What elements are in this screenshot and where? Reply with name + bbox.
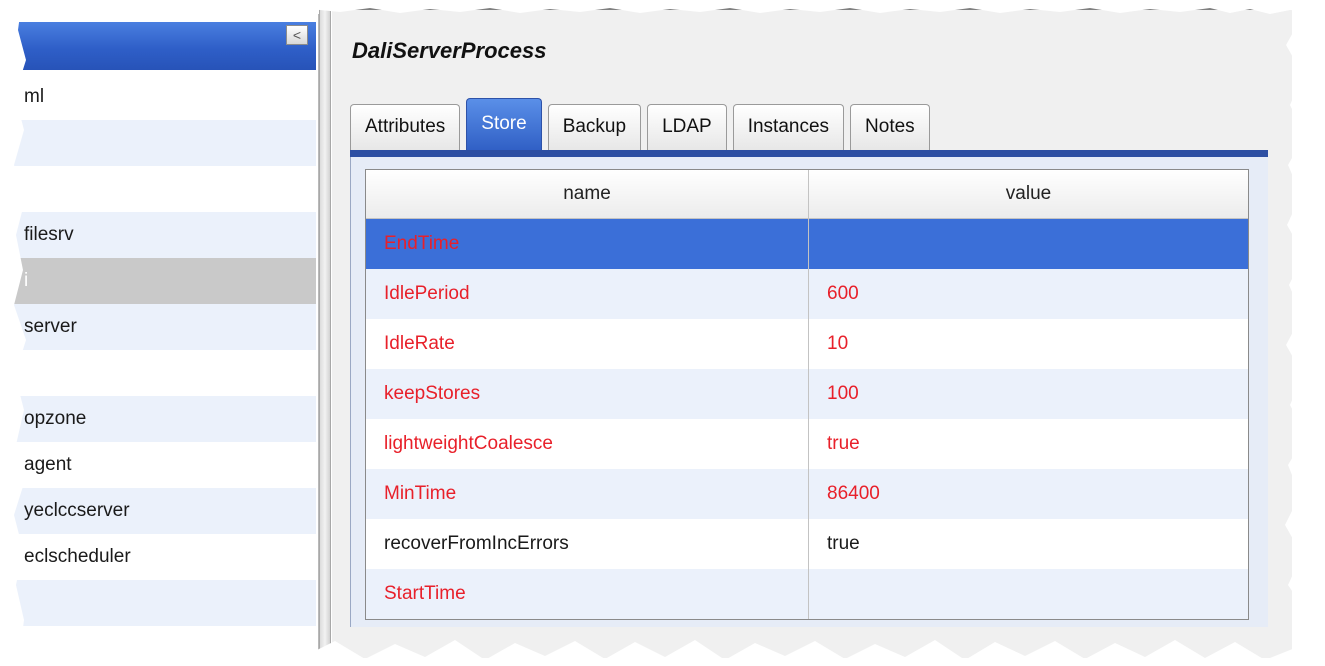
list-item-selected[interactable]: i bbox=[0, 258, 316, 304]
cell-value[interactable]: 600 bbox=[808, 269, 1248, 319]
cell-value[interactable]: true bbox=[808, 419, 1248, 469]
component-tree-panel: < ml filesrv i server opzone agent yeclc… bbox=[0, 14, 319, 654]
tab-strip: Attributes Store Backup LDAP Instances N… bbox=[350, 98, 936, 152]
table-row[interactable]: IdlePeriod 600 bbox=[366, 269, 1248, 319]
table-row[interactable]: IdleRate 10 bbox=[366, 319, 1248, 369]
cell-value[interactable]: 10 bbox=[808, 319, 1248, 369]
cell-value[interactable] bbox=[808, 569, 1248, 619]
screenshot-frame: < ml filesrv i server opzone agent yeclc… bbox=[0, 0, 1325, 666]
tab-store[interactable]: Store bbox=[466, 98, 542, 152]
cell-name: lightweightCoalesce bbox=[366, 419, 809, 469]
list-item[interactable] bbox=[0, 580, 316, 626]
collapse-panel-button[interactable]: < bbox=[286, 25, 308, 45]
tab-attributes[interactable]: Attributes bbox=[350, 104, 461, 152]
list-item[interactable]: server bbox=[0, 304, 316, 350]
store-properties-table: name value EndTime IdlePeriod 600 IdleRa… bbox=[365, 169, 1249, 620]
cell-value[interactable] bbox=[808, 218, 1248, 269]
cell-name: IdleRate bbox=[366, 319, 809, 369]
table-row[interactable]: lightweightCoalesce true bbox=[366, 419, 1248, 469]
table-row-selected[interactable]: EndTime bbox=[366, 218, 1248, 269]
tab-underline bbox=[350, 150, 1268, 157]
list-item[interactable]: opzone bbox=[0, 396, 316, 442]
cell-name: EndTime bbox=[366, 218, 809, 269]
list-item[interactable] bbox=[0, 120, 316, 166]
table-row[interactable]: StartTime bbox=[366, 569, 1248, 619]
list-item[interactable]: agent bbox=[0, 442, 316, 488]
list-item[interactable]: ml bbox=[0, 74, 316, 120]
cell-name: keepStores bbox=[366, 369, 809, 419]
component-list: ml filesrv i server opzone agent yeclccs… bbox=[0, 74, 316, 626]
list-item[interactable]: filesrv bbox=[0, 212, 316, 258]
tab-backup[interactable]: Backup bbox=[547, 104, 642, 152]
panel-splitter[interactable] bbox=[319, 0, 331, 666]
column-header-name[interactable]: name bbox=[366, 170, 809, 219]
tab-ldap[interactable]: LDAP bbox=[647, 104, 727, 152]
list-item[interactable]: eclscheduler bbox=[0, 534, 316, 580]
list-item[interactable] bbox=[0, 166, 316, 212]
list-item[interactable]: yeclccserver bbox=[0, 488, 316, 534]
column-header-value[interactable]: value bbox=[808, 170, 1248, 219]
panel-header: < bbox=[0, 22, 316, 70]
cell-value[interactable]: 86400 bbox=[808, 469, 1248, 519]
table-row[interactable]: recoverFromIncErrors true bbox=[366, 519, 1248, 569]
table-header-row: name value bbox=[366, 170, 1248, 219]
table-row[interactable]: keepStores 100 bbox=[366, 369, 1248, 419]
cell-name: MinTime bbox=[366, 469, 809, 519]
cell-name: StartTime bbox=[366, 569, 809, 619]
detail-panel: DaliServerProcess Attributes Store Backu… bbox=[332, 8, 1292, 658]
cell-name: recoverFromIncErrors bbox=[366, 519, 809, 569]
cell-value[interactable]: 100 bbox=[808, 369, 1248, 419]
tab-notes[interactable]: Notes bbox=[850, 104, 930, 152]
page-title: DaliServerProcess bbox=[352, 38, 547, 63]
store-tab-content: name value EndTime IdlePeriod 600 IdleRa… bbox=[350, 157, 1268, 627]
cell-name: IdlePeriod bbox=[366, 269, 809, 319]
table-row[interactable]: MinTime 86400 bbox=[366, 469, 1248, 519]
tab-instances[interactable]: Instances bbox=[732, 104, 845, 152]
list-item[interactable] bbox=[0, 350, 316, 396]
cell-value[interactable]: true bbox=[808, 519, 1248, 569]
